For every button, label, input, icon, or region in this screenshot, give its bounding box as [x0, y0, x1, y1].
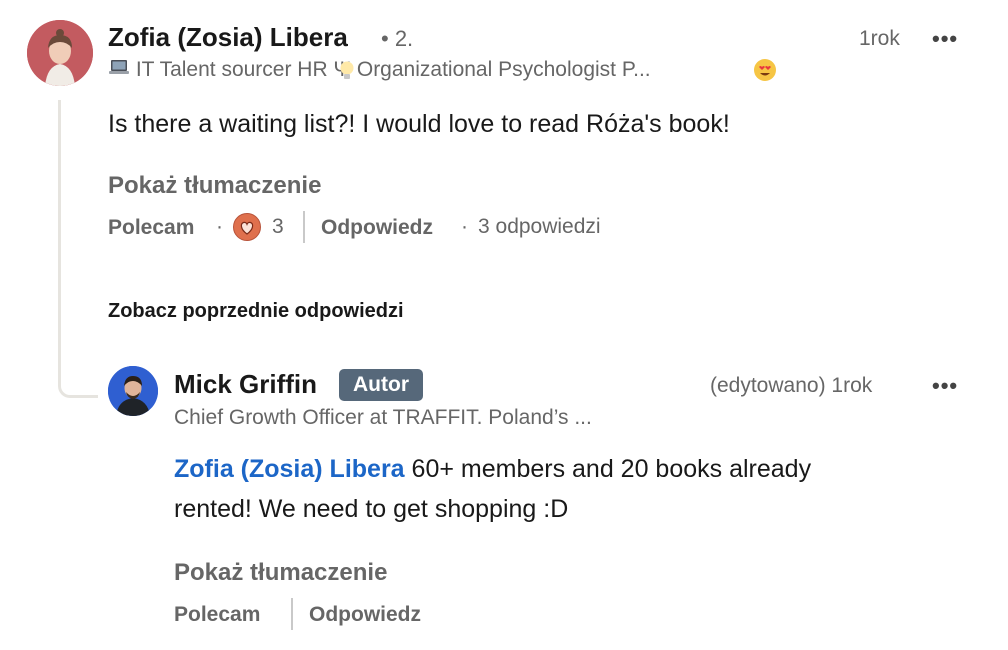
headline-text: IT Talent sourcer HR Ψ Organizational Ps…	[135, 58, 651, 81]
reply-show-translation-button[interactable]: Pokaż tłumaczenie	[174, 559, 387, 587]
thread-connector-line	[58, 100, 98, 398]
author-badge: Autor	[339, 369, 423, 401]
dot-separator: ·	[461, 215, 468, 238]
comment-show-translation-button[interactable]: Pokaż tłumaczenie	[108, 172, 321, 200]
reply-author-headline: Chief Growth Officer at TRAFFIT. Poland’…	[174, 406, 592, 429]
comment-author-name[interactable]: Zofia (Zosia) Libera	[108, 22, 348, 53]
comment-like-button[interactable]: Polecam	[108, 216, 194, 240]
reply-reply-button[interactable]: Odpowiedz	[309, 603, 421, 627]
laptop-icon	[108, 58, 130, 82]
reply-text: Zofia (Zosia) Libera 60+ members and 20 …	[174, 449, 974, 529]
lightbulb-icon	[338, 60, 356, 87]
mention-link[interactable]: Zofia (Zosia) Libera	[174, 455, 405, 483]
comment-timestamp: 1rok	[859, 27, 900, 50]
reply-timestamp: (edytowano) 1rok	[710, 374, 873, 397]
action-divider	[303, 211, 305, 243]
reply-like-button[interactable]: Polecam	[174, 603, 260, 627]
comment-author-headline: IT Talent sourcer HR Ψ Organizational Ps…	[108, 58, 651, 82]
heart-eyes-emoji-icon	[753, 58, 777, 87]
avatar-mick[interactable]	[108, 366, 158, 416]
avatar-zofia[interactable]	[27, 20, 93, 86]
connection-degree: • 2.	[381, 26, 414, 51]
action-divider	[291, 598, 293, 630]
reply-author-name[interactable]: Mick Griffin	[174, 369, 317, 400]
replies-count-link[interactable]: 3 odpowiedzi	[478, 215, 601, 239]
reply-more-options-icon[interactable]: •••	[932, 373, 958, 399]
comment-text: Is there a waiting list?! I would love t…	[108, 110, 730, 138]
reaction-count[interactable]: 3	[272, 215, 284, 239]
love-reaction-icon[interactable]	[233, 213, 261, 241]
comment-reply-button[interactable]: Odpowiedz	[321, 216, 433, 240]
comment-more-options-icon[interactable]: •••	[932, 26, 958, 52]
see-previous-replies-button[interactable]: Zobacz poprzednie odpowiedzi	[108, 300, 404, 323]
dot-separator: ·	[216, 215, 223, 238]
reply-text-line-1: 60+ members and 20 books already	[404, 455, 812, 483]
reply-text-line-2: rented! We need to get shopping :D	[174, 495, 569, 523]
